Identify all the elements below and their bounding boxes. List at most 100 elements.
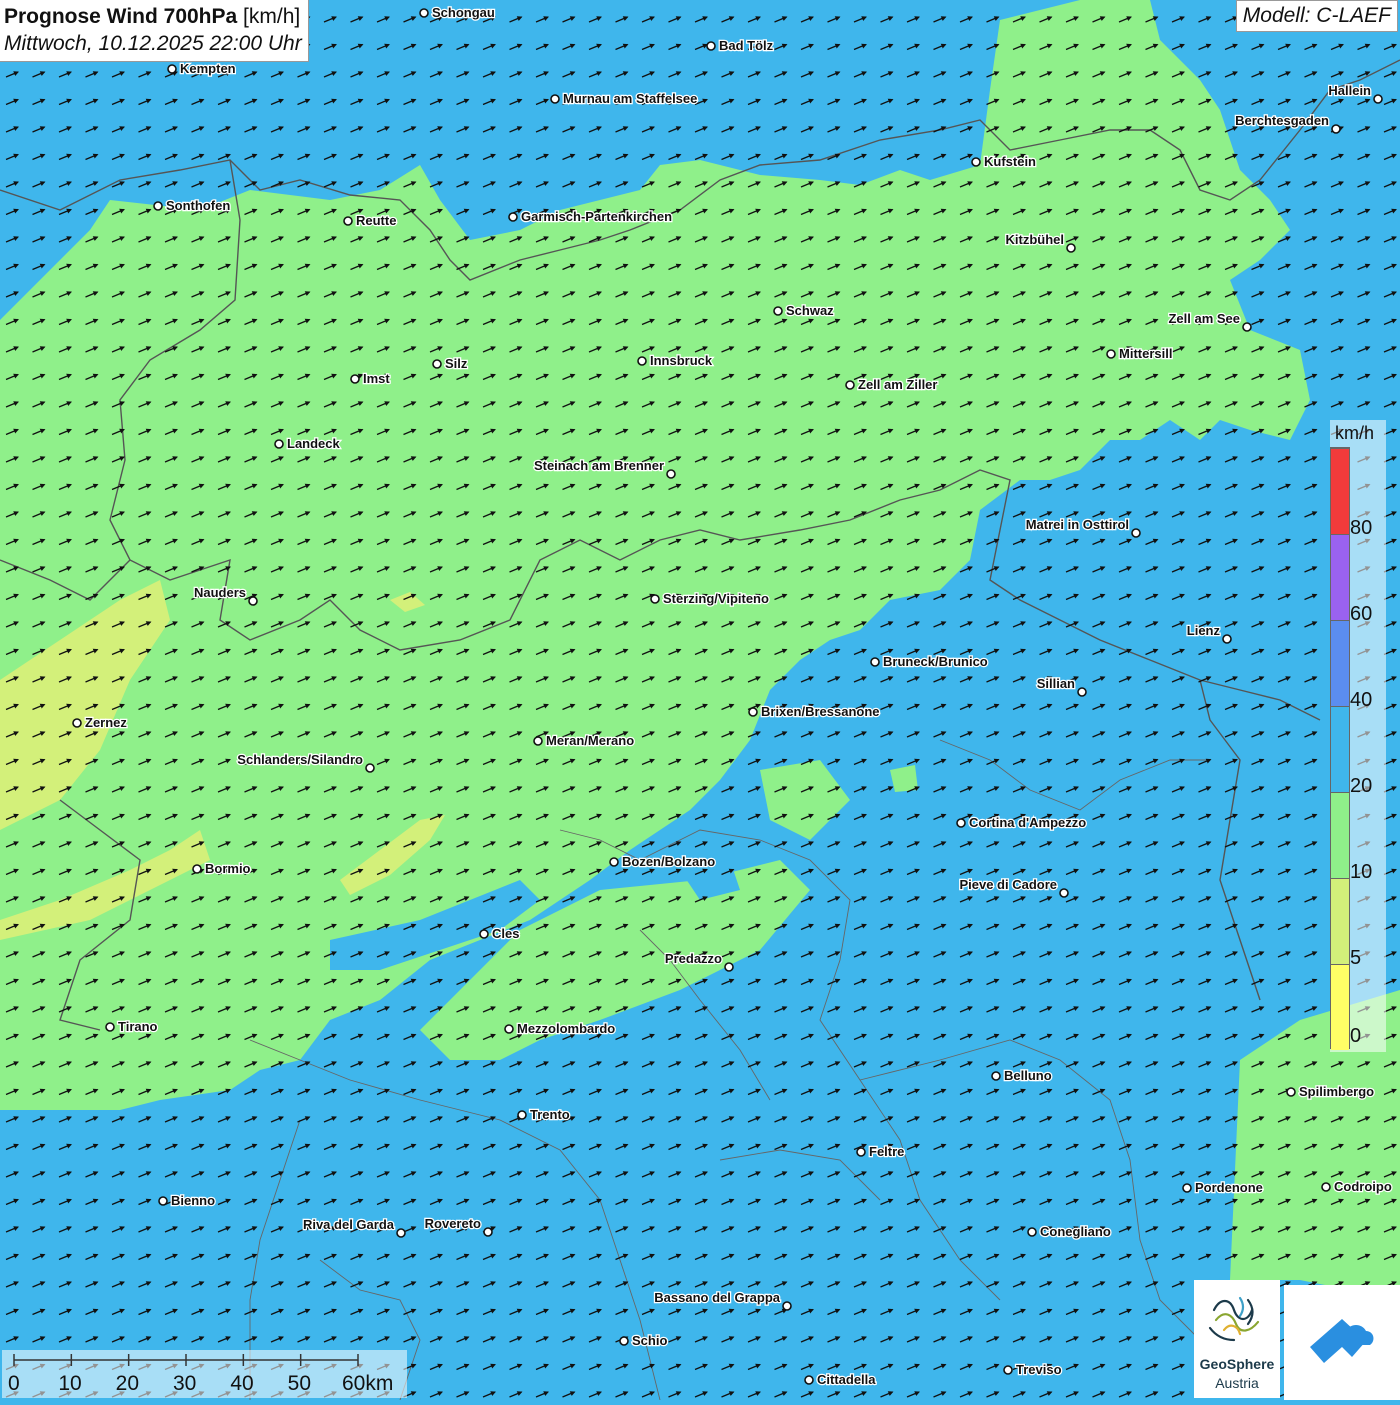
city-dot [1373, 94, 1383, 104]
city-dot [782, 1301, 792, 1311]
city-label: Steinach am Brenner [534, 458, 664, 473]
city-label: Treviso [1016, 1362, 1062, 1377]
city-label: Bormio [205, 861, 251, 876]
city-dot [845, 380, 855, 390]
legend-color-segment [1331, 620, 1349, 706]
map-title-main: Prognose Wind 700hPa [4, 5, 238, 28]
city-label: Schlanders/Silandro [237, 752, 363, 767]
city-dot [419, 8, 429, 18]
city-label: Imst [363, 371, 390, 386]
city-dot [153, 201, 163, 211]
city-label: Bienno [171, 1193, 215, 1208]
city-dot [724, 962, 734, 972]
city-marker: Bruneck/Brunico [870, 653, 989, 670]
city-label: Zell am See [1168, 311, 1240, 326]
city-label: Pieve di Cadore [959, 877, 1057, 892]
city-dot [533, 736, 543, 746]
city-label: Feltre [869, 1144, 904, 1159]
legend-color-segment [1331, 964, 1349, 1050]
city-label: Mezzolombardo [517, 1021, 615, 1036]
city-label: Codroipo [1334, 1179, 1392, 1194]
city-marker: Brixen/Bressanone [748, 703, 881, 720]
city-dot [479, 929, 489, 939]
wind-map: Schongau Bad Tölz Kempten Murnau am Staffel… [0, 0, 1400, 1400]
city-dot [991, 1071, 1001, 1081]
city-marker: Meran/Merano [533, 732, 635, 749]
city-label: Brixen/Bressanone [761, 704, 880, 719]
legend-unit: km/h [1335, 423, 1375, 443]
forecast-datetime: Mittwoch, 10.12.2025 22:00 Uhr [4, 32, 302, 55]
city-marker: Bozen/Bolzano [609, 853, 716, 870]
city-dot [1106, 349, 1116, 359]
map-title-unit: [km/h] [243, 5, 301, 28]
geosphere-emblem-icon [1208, 1296, 1260, 1342]
city-dot [1131, 528, 1141, 538]
city-label: Cortina d'Ampezzo [969, 815, 1086, 830]
city-marker: Innsbruck [637, 352, 714, 369]
city-marker: Zell am Ziller [845, 376, 939, 393]
city-label: Tirano [118, 1019, 158, 1034]
city-dot [609, 857, 619, 867]
city-label: Innsbruck [650, 353, 713, 368]
legend-tick-label: 40 [1350, 689, 1373, 711]
city-dot [1242, 322, 1252, 332]
title-box: Prognose Wind 700hPa [km/h] Mittwoch, 10… [0, 0, 309, 62]
city-dot [773, 306, 783, 316]
legend-color-segment [1331, 792, 1349, 878]
city-marker: Schongau [419, 4, 496, 21]
city-dot [650, 594, 660, 604]
city-dot [517, 1110, 527, 1120]
city-label: Cittadella [817, 1372, 876, 1387]
city-label: Schwaz [786, 303, 834, 318]
color-legend: km/h 0 5 10 20 40 60 80 [1330, 420, 1386, 1052]
legend-tick-label: 5 [1350, 947, 1362, 969]
legend-tick-label: 10 [1350, 861, 1373, 883]
city-label: Belluno [1004, 1068, 1052, 1083]
city-dot [1066, 243, 1076, 253]
city-label: Meran/Merano [546, 733, 634, 748]
city-dot [804, 1375, 814, 1385]
city-label: Kempten [180, 61, 236, 76]
city-marker: Mezzolombardo [504, 1020, 617, 1037]
city-label: Berchtesgaden [1235, 113, 1329, 128]
city-dot [637, 356, 647, 366]
city-dot [1182, 1183, 1192, 1193]
city-label: Lienz [1187, 623, 1221, 638]
city-label: Hallein [1328, 83, 1371, 98]
city-dot [192, 864, 202, 874]
geosphere-logo[interactable]: GeoSphere Austria [1194, 1280, 1280, 1398]
city-dot [105, 1022, 115, 1032]
city-marker: Murnau am Staffelsee [550, 90, 699, 107]
city-label: Schongau [432, 5, 495, 20]
scale-label: 10 [58, 1372, 82, 1395]
scale-label: 60km [342, 1372, 394, 1395]
city-marker: Sonthofen [153, 197, 232, 214]
city-dot [72, 718, 82, 728]
city-dot [365, 763, 375, 773]
city-dot [619, 1336, 629, 1346]
city-label: Pordenone [1195, 1180, 1263, 1195]
city-label: Conegliano [1040, 1224, 1111, 1239]
weather-app-logo[interactable] [1284, 1285, 1400, 1400]
city-marker: Conegliano [1027, 1223, 1112, 1240]
scale-label: 50 [287, 1372, 312, 1395]
city-label: Trento [530, 1107, 570, 1122]
city-dot [343, 216, 353, 226]
legend-color-segment [1331, 448, 1349, 534]
city-label: Bad Tölz [719, 38, 774, 53]
city-label: Nauders [194, 585, 246, 600]
city-dot [1331, 124, 1341, 134]
city-dot [248, 596, 258, 606]
city-dot [1077, 687, 1087, 697]
city-marker: Spilimbergo [1286, 1083, 1375, 1100]
city-dot [1222, 634, 1232, 644]
city-marker: Sterzing/Vipiteno [650, 590, 770, 607]
city-dot [167, 64, 177, 74]
city-label: Sillian [1037, 676, 1075, 691]
city-marker: Garmisch-Partenkirchen [508, 208, 673, 225]
city-dot [432, 359, 442, 369]
scale-label: 20 [115, 1372, 140, 1395]
city-label: Bozen/Bolzano [622, 854, 715, 869]
city-dot [971, 157, 981, 167]
city-dot [274, 439, 284, 449]
